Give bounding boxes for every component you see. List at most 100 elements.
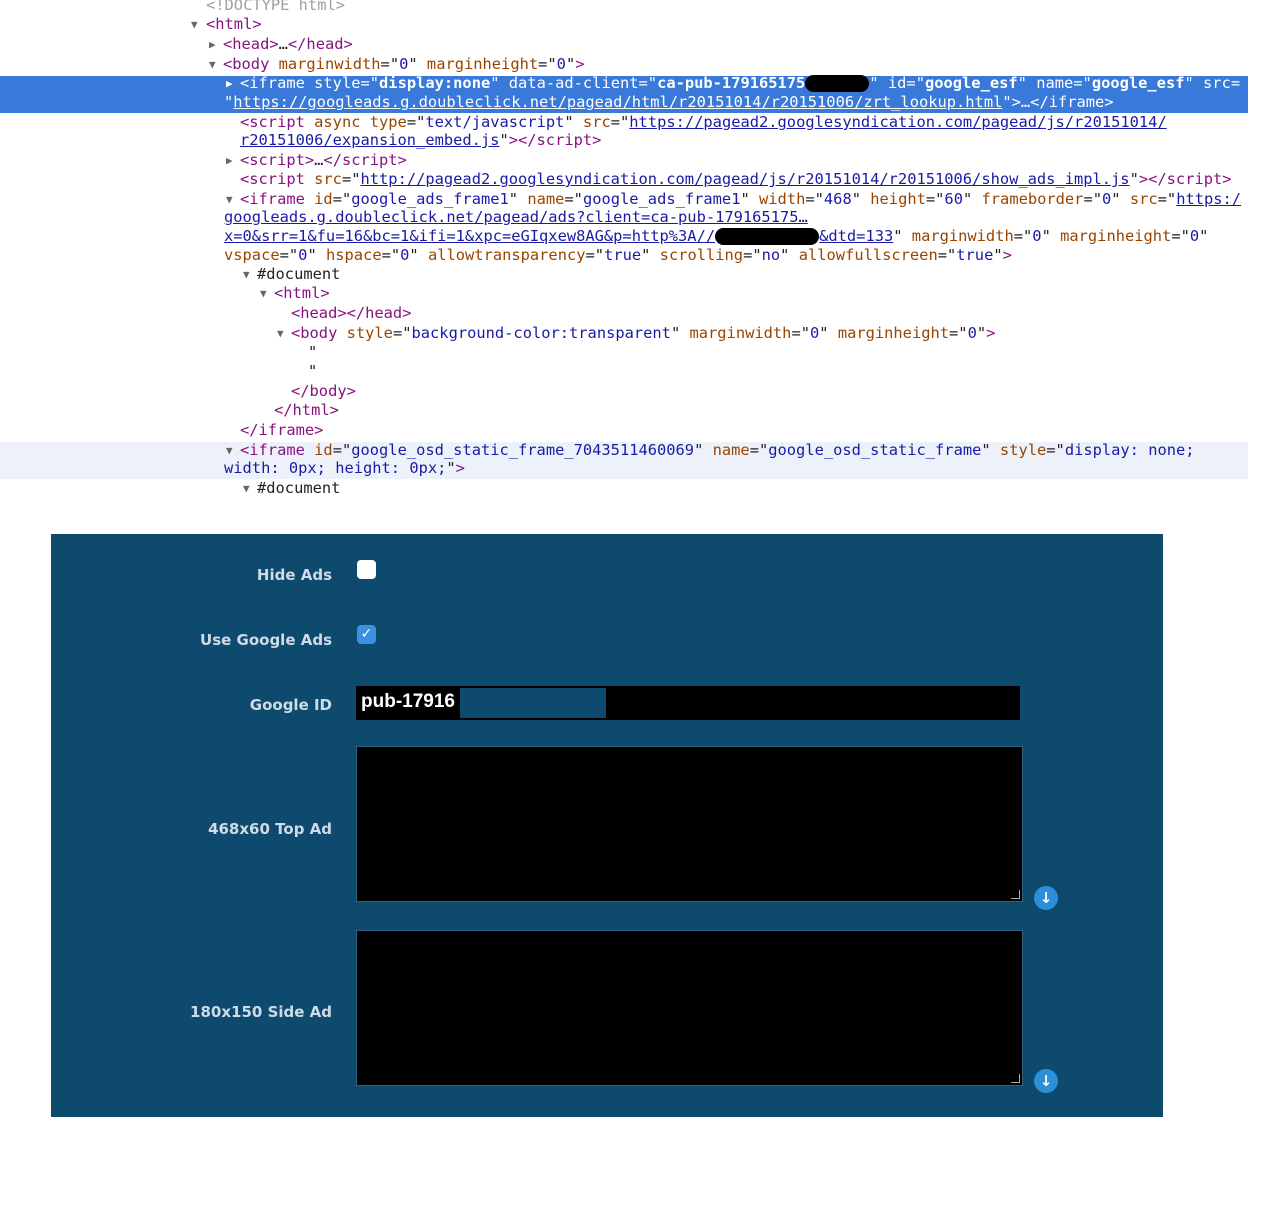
dom-tree-line[interactable]: <body style="background-color:transparen… [291,324,995,343]
code-token: height [870,190,926,208]
collapse-triangle-icon[interactable]: ▼ [191,15,198,34]
collapse-triangle-icon[interactable]: ▼ [226,190,233,209]
code-token: " [869,74,888,92]
url-link[interactable]: https://pagead2.googlesyndication.com/pa… [629,113,1166,131]
code-token: text/javascript [425,113,565,131]
code-token: =" [638,74,658,92]
code-token: marginwidth [278,55,381,73]
collapse-triangle-icon[interactable]: ▼ [260,284,267,303]
code-token: 0 [1032,227,1042,245]
url-link[interactable]: x=0&srr=1&fu=16&bc=1&ifi=1&xpc=eGIqxew8A… [224,227,715,245]
side-ad-textarea[interactable] [356,930,1023,1086]
redaction-blob [805,75,870,92]
expand-triangle-icon[interactable]: ▶ [209,35,216,54]
code-token: " [976,324,987,342]
dom-tree-line[interactable]: <script async type="text/javascript" src… [240,113,1167,132]
url-link[interactable]: https://googleads.g.doubleclick.net/page… [233,93,1002,111]
dom-tree-line[interactable]: x=0&srr=1&fu=16&bc=1&ifi=1&xpc=eGIqxew8A… [224,227,1208,246]
dom-tree-line[interactable]: <html> [206,15,262,34]
dom-tree-line[interactable]: <html> [274,284,330,303]
code-token: =" [332,190,352,208]
dom-tree-line[interactable]: <head>…</head> [223,35,353,54]
dom-tree-line[interactable]: <iframe style="display:none" data-ad-cli… [240,74,1240,93]
dom-tree-line[interactable]: </iframe> [240,421,323,440]
code-token: google_ads_frame1 [582,190,741,208]
code-token: <html> [274,284,330,302]
expand-triangle-icon[interactable]: ▶ [226,74,233,93]
google-id-label: Google ID [249,696,332,714]
dom-tree-line[interactable]: width: 0px; height: 0px;"> [224,459,465,478]
code-token: " [224,93,234,111]
dom-tree-line[interactable]: <script src="http://pagead2.googlesyndic… [240,170,1232,189]
resize-handle-icon[interactable] [1011,1074,1020,1083]
dom-tree-line[interactable]: </html> [274,401,339,420]
code-token: =" [1013,227,1033,245]
dom-tree-line[interactable]: googleads.g.doubleclick.net/pagead/ads?c… [224,208,808,227]
code-token: " [893,227,912,245]
download-arrow-icon[interactable]: ↓ [1034,1069,1058,1093]
code-token: google_osd_static_frame [768,441,982,459]
code-token: 60 [944,190,963,208]
code-token: google_osd_static_frame_7043511460069 [351,441,695,459]
resize-handle-icon[interactable] [1011,890,1020,899]
code-token: " [740,190,760,208]
expand-triangle-icon[interactable]: ▶ [226,151,233,170]
url-link[interactable]: http://pagead2.googlesyndication.com/pag… [361,170,1130,188]
dom-tree-line[interactable]: vspace="0" hspace="0" allowtransparency=… [224,246,1012,265]
code-token: " [641,246,660,264]
code-token: <body [291,324,347,342]
code-token: " [694,441,713,459]
dom-tree-line[interactable]: <iframe id="google_ads_frame1" name="goo… [240,190,1241,209]
google-id-input[interactable]: pub-17916 [356,686,1020,720]
code-token: google_esf [1091,74,1185,92]
code-token: #document [257,479,341,497]
code-token: =" [341,170,361,188]
dom-tree-line[interactable]: <!DOCTYPE html> [206,0,345,15]
code-token: =" [538,55,557,73]
code-token: display: none; [1064,441,1195,459]
dom-tree-line[interactable]: " [308,362,317,381]
collapse-triangle-icon[interactable]: ▼ [209,55,216,74]
url-link[interactable]: r20151006/expansion_embed.js [240,131,499,149]
dom-tree-line[interactable]: <head></head> [291,304,411,323]
dom-tree-line[interactable]: <iframe id="google_osd_static_frame_7043… [240,441,1195,460]
code-token: " [962,190,982,208]
dom-tree-line[interactable]: "https://googleads.g.doubleclick.net/pag… [224,93,1114,112]
top-ad-textarea[interactable] [356,746,1023,902]
code-token: " [1017,74,1037,92]
dom-tree-line[interactable]: r20151006/expansion_embed.js"></script> [240,131,601,150]
dom-tree-line[interactable]: #document [257,265,340,284]
code-token: 468 [823,190,852,208]
collapse-triangle-icon[interactable]: ▼ [243,479,250,498]
code-token: " [408,55,427,73]
dom-tree-line[interactable]: </body> [291,382,356,401]
code-token: " [851,190,871,208]
code-token: " [670,324,690,342]
code-token: =" [1073,74,1092,92]
code-token: =" [279,246,299,264]
dom-tree-line[interactable]: <script>…</script> [240,151,407,170]
code-token: marginwidth [689,324,792,342]
code-token: 0 [1189,227,1200,245]
code-token: style [346,324,393,342]
code-token: =" [791,324,810,342]
hide-ads-checkbox[interactable] [357,560,376,579]
dom-tree-line[interactable]: <body marginwidth="0" marginheight="0"> [223,55,585,74]
collapse-triangle-icon[interactable]: ▼ [243,265,250,284]
url-link[interactable]: https:/ [1176,190,1241,208]
collapse-triangle-icon[interactable]: ▼ [226,441,233,460]
code-token: </html> [274,401,339,419]
code-token: marginwidth [911,227,1014,245]
code-token: ></script> [1138,170,1232,188]
dom-tree-line[interactable]: " [308,343,317,362]
url-link[interactable]: &dtd=133 [819,227,893,245]
dom-tree-line[interactable]: #document [257,479,340,498]
url-link[interactable]: googleads.g.doubleclick.net/pagead/ads?c… [224,208,808,226]
use-google-ads-checkbox[interactable]: ✓ [357,625,376,644]
collapse-triangle-icon[interactable]: ▼ [277,324,284,343]
download-arrow-icon[interactable]: ↓ [1034,886,1058,910]
code-token: ca-pub-179165175 [657,74,806,92]
code-token: =" [1171,227,1190,245]
code-token: src [582,113,611,131]
code-token: " [565,55,576,73]
